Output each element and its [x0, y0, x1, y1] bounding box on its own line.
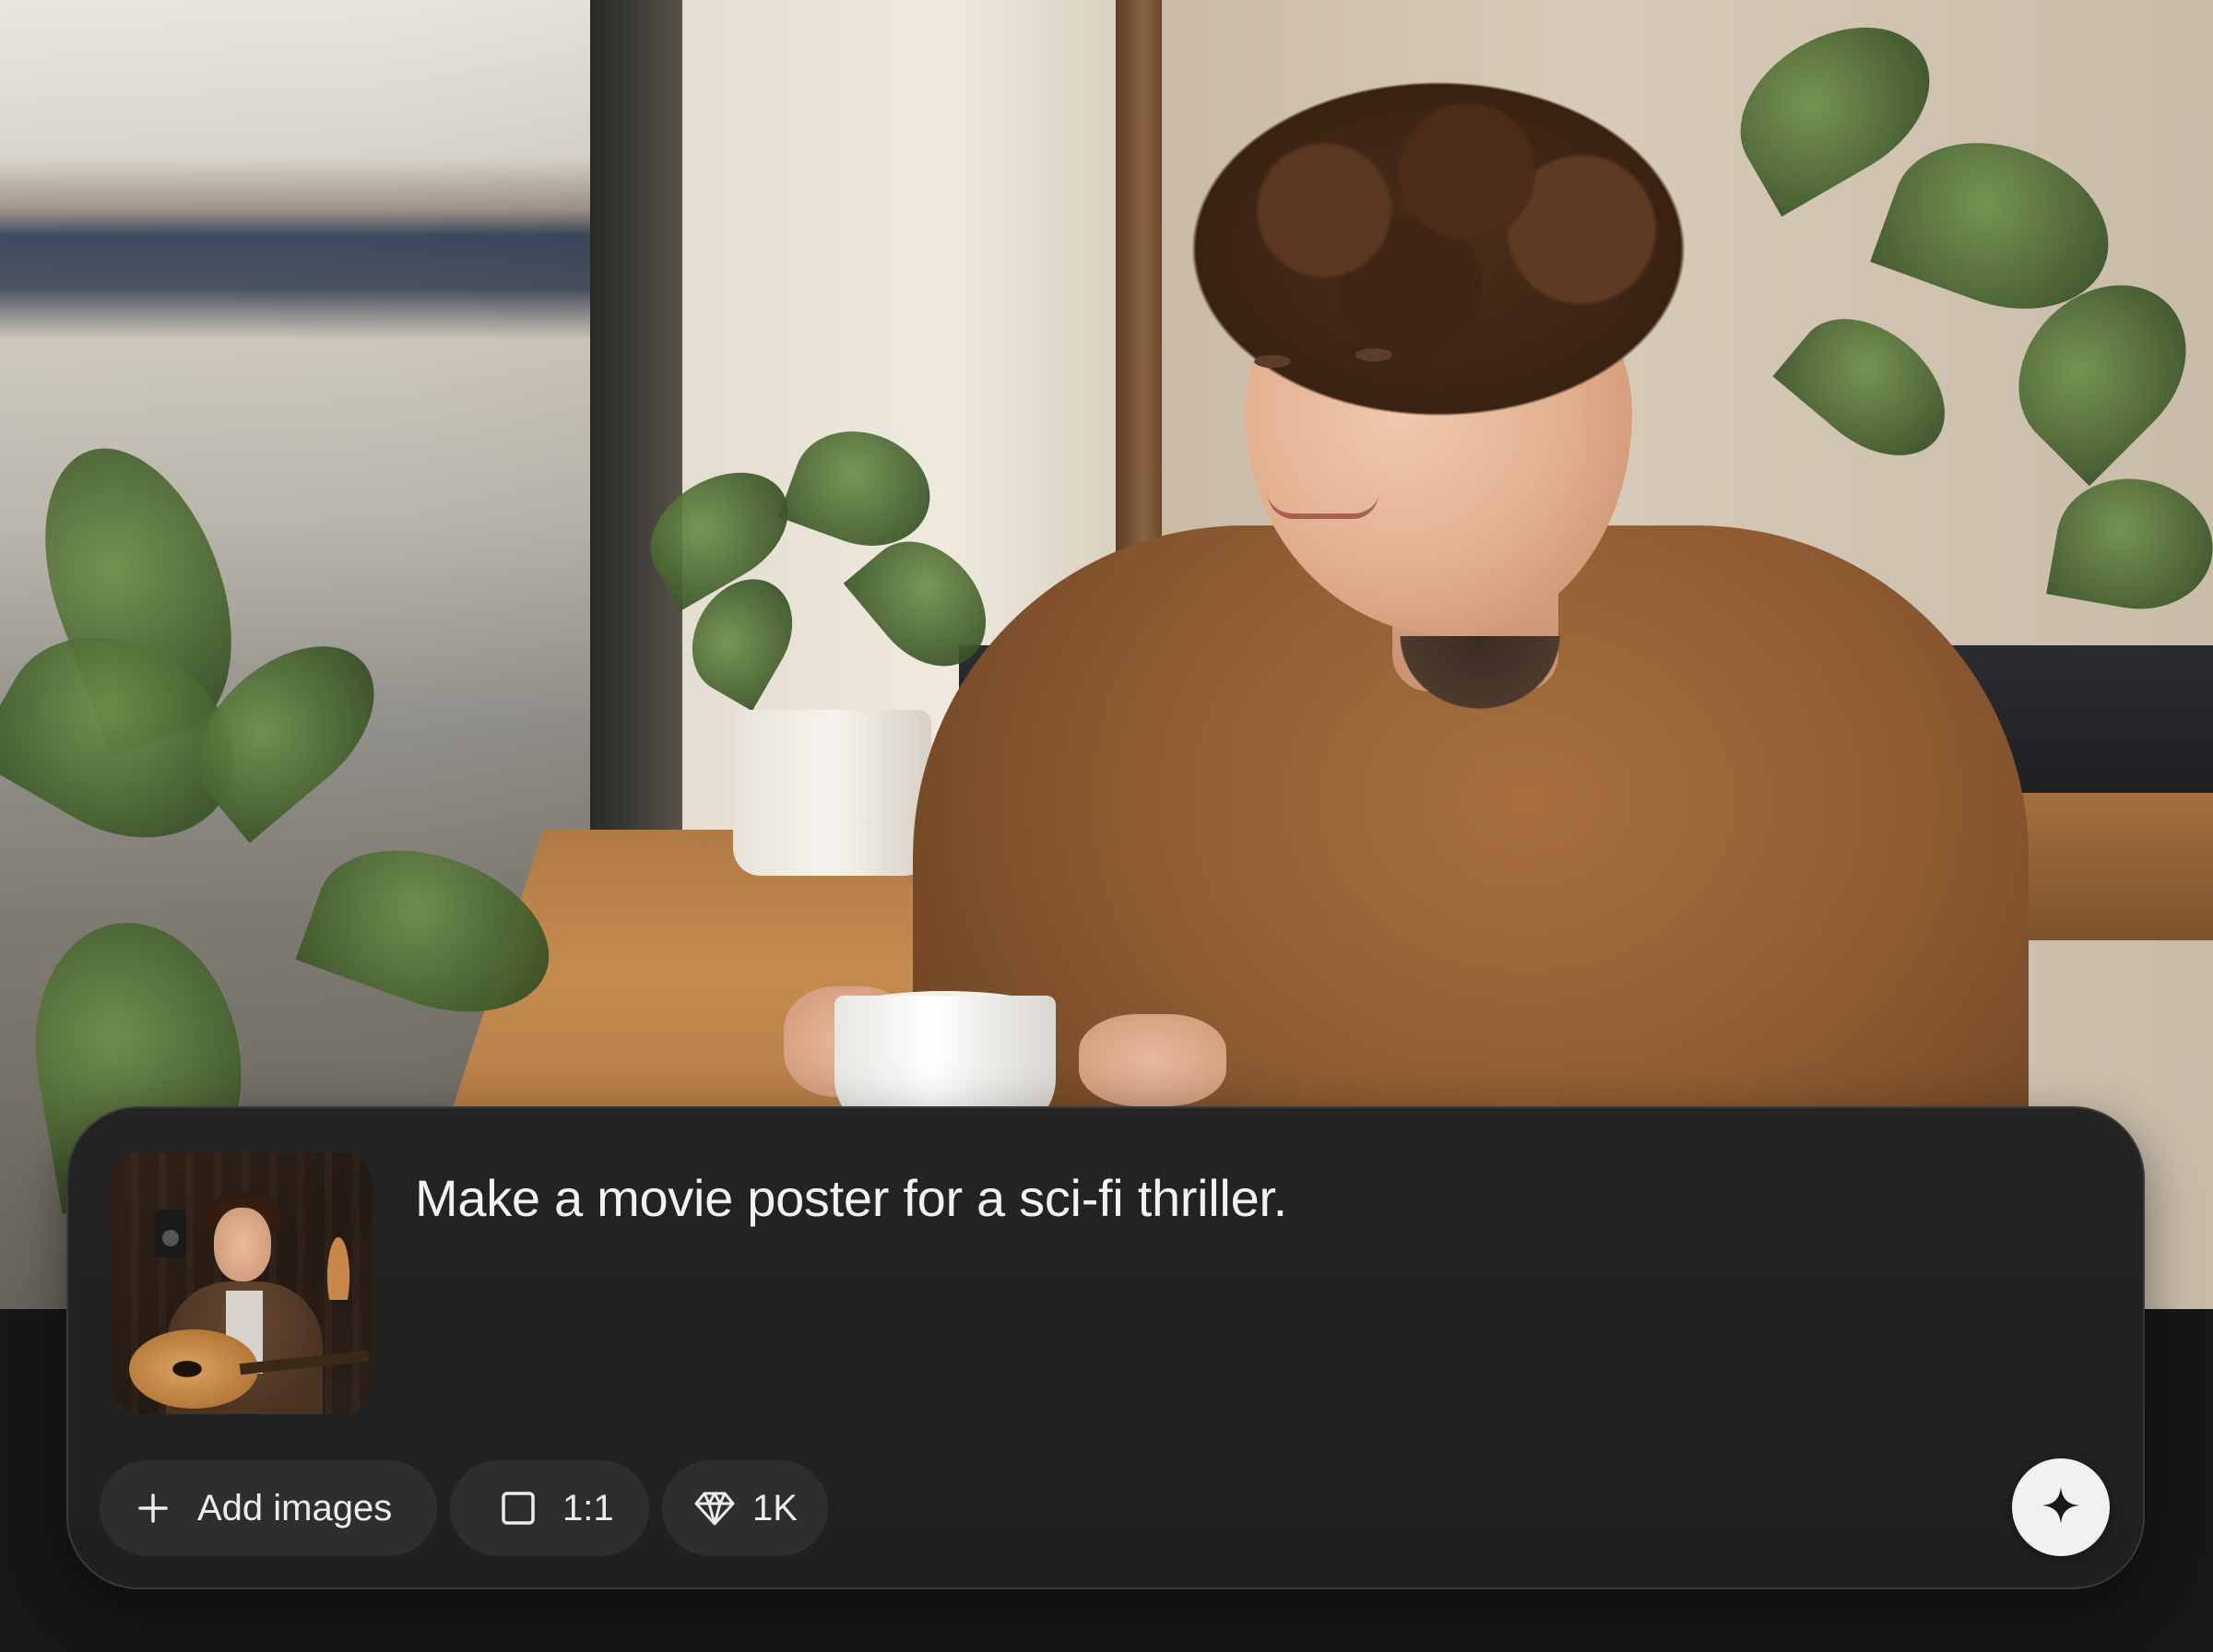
image-generation-screen: Make a movie poster for a sci-fi thrille… [0, 0, 2213, 1652]
plus-icon [135, 1490, 172, 1527]
resolution-label: 1K [752, 1487, 798, 1528]
resolution-button[interactable]: 1K [662, 1460, 828, 1556]
add-images-label: Add images [197, 1487, 393, 1528]
square-icon [500, 1490, 537, 1527]
add-images-button[interactable]: Add images [100, 1460, 437, 1556]
aspect-ratio-label: 1:1 [562, 1487, 614, 1528]
generate-button[interactable] [2012, 1458, 2110, 1556]
sparkle-icon [2039, 1483, 2083, 1532]
prompt-input[interactable]: Make a movie poster for a sci-fi thrille… [415, 1165, 2069, 1232]
reference-image-thumbnail[interactable] [111, 1152, 373, 1414]
prompt-composer: Make a movie poster for a sci-fi thrille… [66, 1106, 2145, 1589]
diamond-icon [693, 1490, 736, 1527]
aspect-ratio-button[interactable]: 1:1 [450, 1460, 649, 1556]
